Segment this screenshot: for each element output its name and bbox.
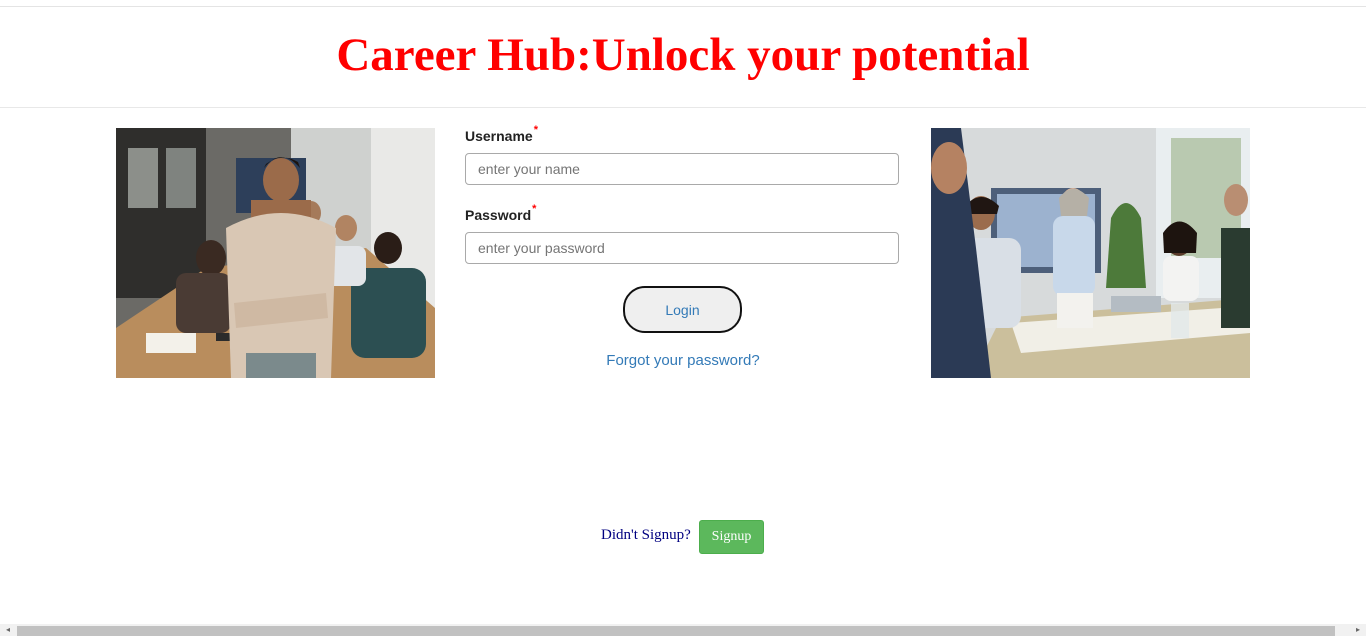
scrollbar-thumb[interactable] [17, 626, 1335, 636]
scroll-left-arrow-icon[interactable]: ◂ [2, 624, 14, 636]
password-input[interactable] [465, 232, 899, 264]
username-required-marker: * [533, 124, 538, 136]
signup-prompt: Didn't Signup? [601, 527, 691, 543]
horizontal-scrollbar[interactable]: ◂ ▸ [0, 624, 1366, 636]
username-label: Username* [465, 124, 538, 144]
forgot-password-link[interactable]: Forgot your password? [465, 352, 901, 369]
signup-button[interactable]: Signup [699, 520, 764, 554]
page-header: Career Hub:Unlock your potential [0, 7, 1366, 108]
password-required-marker: * [532, 203, 537, 215]
username-input[interactable] [465, 153, 899, 185]
office-presentation-photo [931, 128, 1250, 378]
login-button[interactable]: Login [623, 286, 742, 333]
scroll-right-arrow-icon[interactable]: ▸ [1352, 624, 1364, 636]
password-label-text: Password [465, 207, 532, 223]
page-title: Career Hub:Unlock your potential [336, 29, 1030, 81]
team-meeting-photo [116, 128, 435, 378]
password-label: Password* [465, 203, 536, 223]
username-label-text: Username [465, 128, 533, 144]
